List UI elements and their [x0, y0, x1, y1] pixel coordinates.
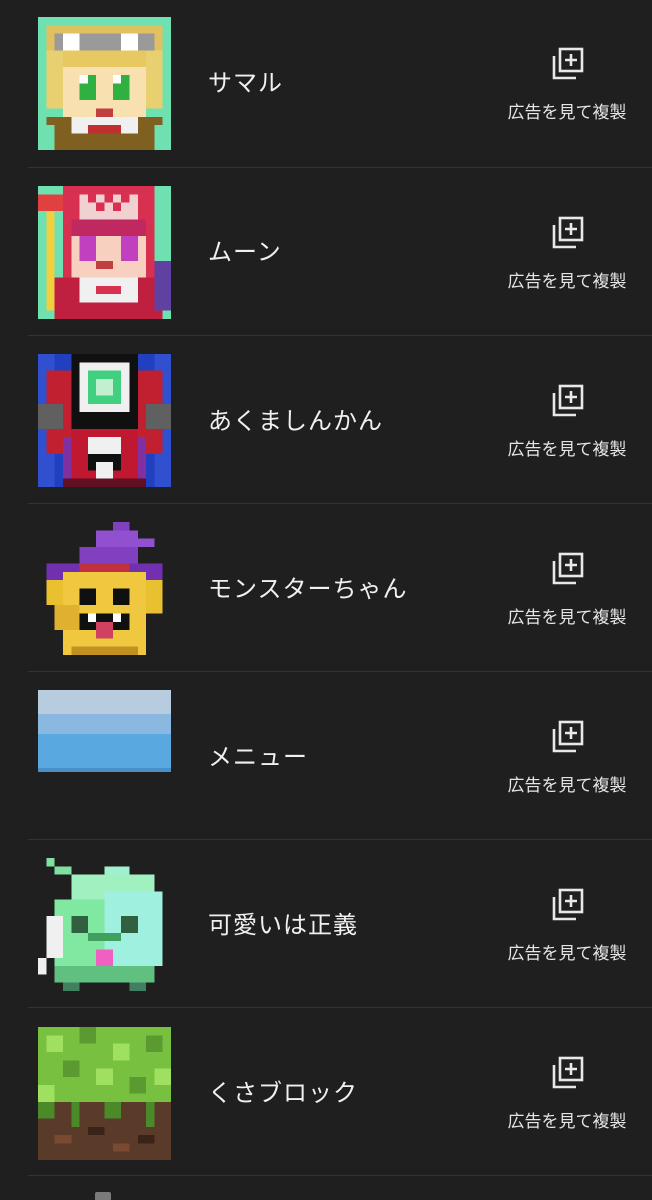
duplicate-icon	[552, 47, 584, 80]
duplicate-label: 広告を見て複製	[507, 1112, 627, 1132]
list-item[interactable]: あくましんかん 広告を見て複製	[0, 336, 652, 504]
thumbnail-moon[interactable]	[38, 186, 171, 319]
duplicate-icon	[552, 552, 584, 585]
thumbnail-kawaii-wa-seigi[interactable]	[38, 858, 171, 991]
list-item[interactable]: 可愛いは正義 広告を見て複製	[0, 840, 652, 1008]
item-name: モンスターちゃん	[208, 575, 408, 603]
list-item[interactable]: モンスターちゃん 広告を見て複製	[0, 504, 652, 672]
item-name: あくましんかん	[208, 407, 383, 435]
item-name: メニュー	[208, 743, 308, 771]
duplicate-label: 広告を見て複製	[507, 440, 627, 460]
duplicate-icon	[552, 720, 584, 753]
thumbnail-samaru[interactable]	[38, 17, 171, 150]
duplicate-with-ad-button[interactable]: 広告を見て複製	[490, 213, 644, 323]
list-item[interactable]: ムーン 広告を見て複製	[0, 168, 652, 336]
next-item-peek	[95, 1192, 111, 1200]
item-name: ムーン	[208, 238, 282, 266]
duplicate-label: 広告を見て複製	[507, 776, 627, 796]
duplicate-label: 広告を見て複製	[507, 608, 627, 628]
duplicate-icon	[552, 216, 584, 249]
duplicate-icon	[552, 384, 584, 417]
thumbnail-kusa-block[interactable]	[38, 1027, 171, 1160]
duplicate-icon	[552, 888, 584, 921]
duplicate-with-ad-button[interactable]: 広告を見て複製	[490, 1053, 644, 1163]
item-name: 可愛いは正義	[208, 911, 358, 939]
duplicate-with-ad-button[interactable]: 広告を見て複製	[490, 44, 644, 154]
list-item[interactable]: くさブロック 広告を見て複製	[0, 1008, 652, 1176]
duplicate-with-ad-button[interactable]: 広告を見て複製	[490, 885, 644, 995]
pixel-art-list: サマル 広告を見て複製 ムーン 広告を見て複製 あくましんかん 広告を見て複製 …	[0, 0, 652, 1176]
list-item[interactable]: メニュー 広告を見て複製	[0, 672, 652, 840]
list-item[interactable]: サマル 広告を見て複製	[0, 0, 652, 168]
duplicate-with-ad-button[interactable]: 広告を見て複製	[490, 549, 644, 659]
duplicate-icon	[552, 1056, 584, 1089]
item-name: サマル	[208, 69, 283, 97]
duplicate-label: 広告を見て複製	[507, 103, 627, 123]
item-name: くさブロック	[208, 1079, 358, 1107]
duplicate-label: 広告を見て複製	[507, 944, 627, 964]
duplicate-with-ad-button[interactable]: 広告を見て複製	[490, 717, 644, 827]
thumbnail-menu[interactable]	[38, 690, 171, 772]
thumbnail-akumashinkan[interactable]	[38, 354, 171, 487]
duplicate-with-ad-button[interactable]: 広告を見て複製	[490, 381, 644, 491]
thumbnail-monster-chan[interactable]	[38, 522, 171, 655]
duplicate-label: 広告を見て複製	[507, 272, 627, 292]
